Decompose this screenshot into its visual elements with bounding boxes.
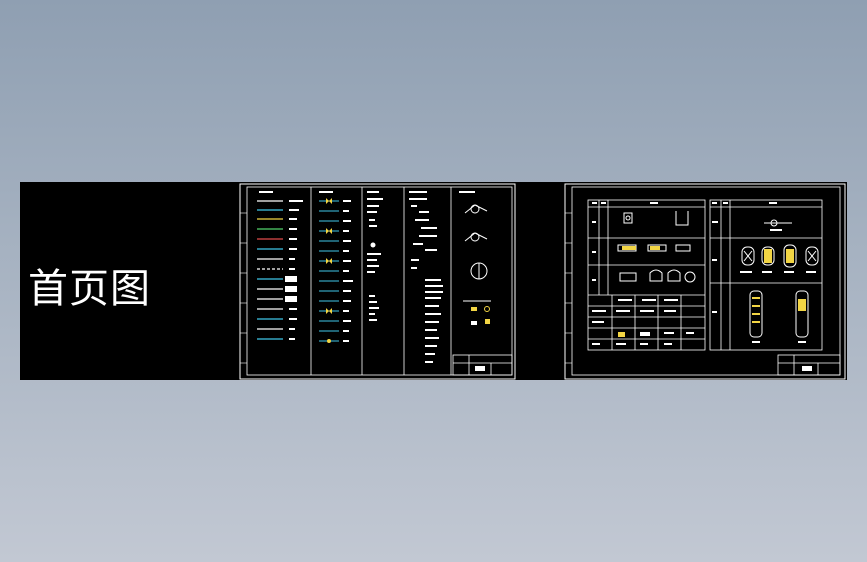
drawing-sheet-legend[interactable] [239,183,516,380]
page-title: 首页图 [28,266,151,312]
cad-viewer: { "title_label": "首页图", "colors": { "bac… [0,0,867,562]
drawing-sheet-equipment[interactable] [564,183,846,380]
